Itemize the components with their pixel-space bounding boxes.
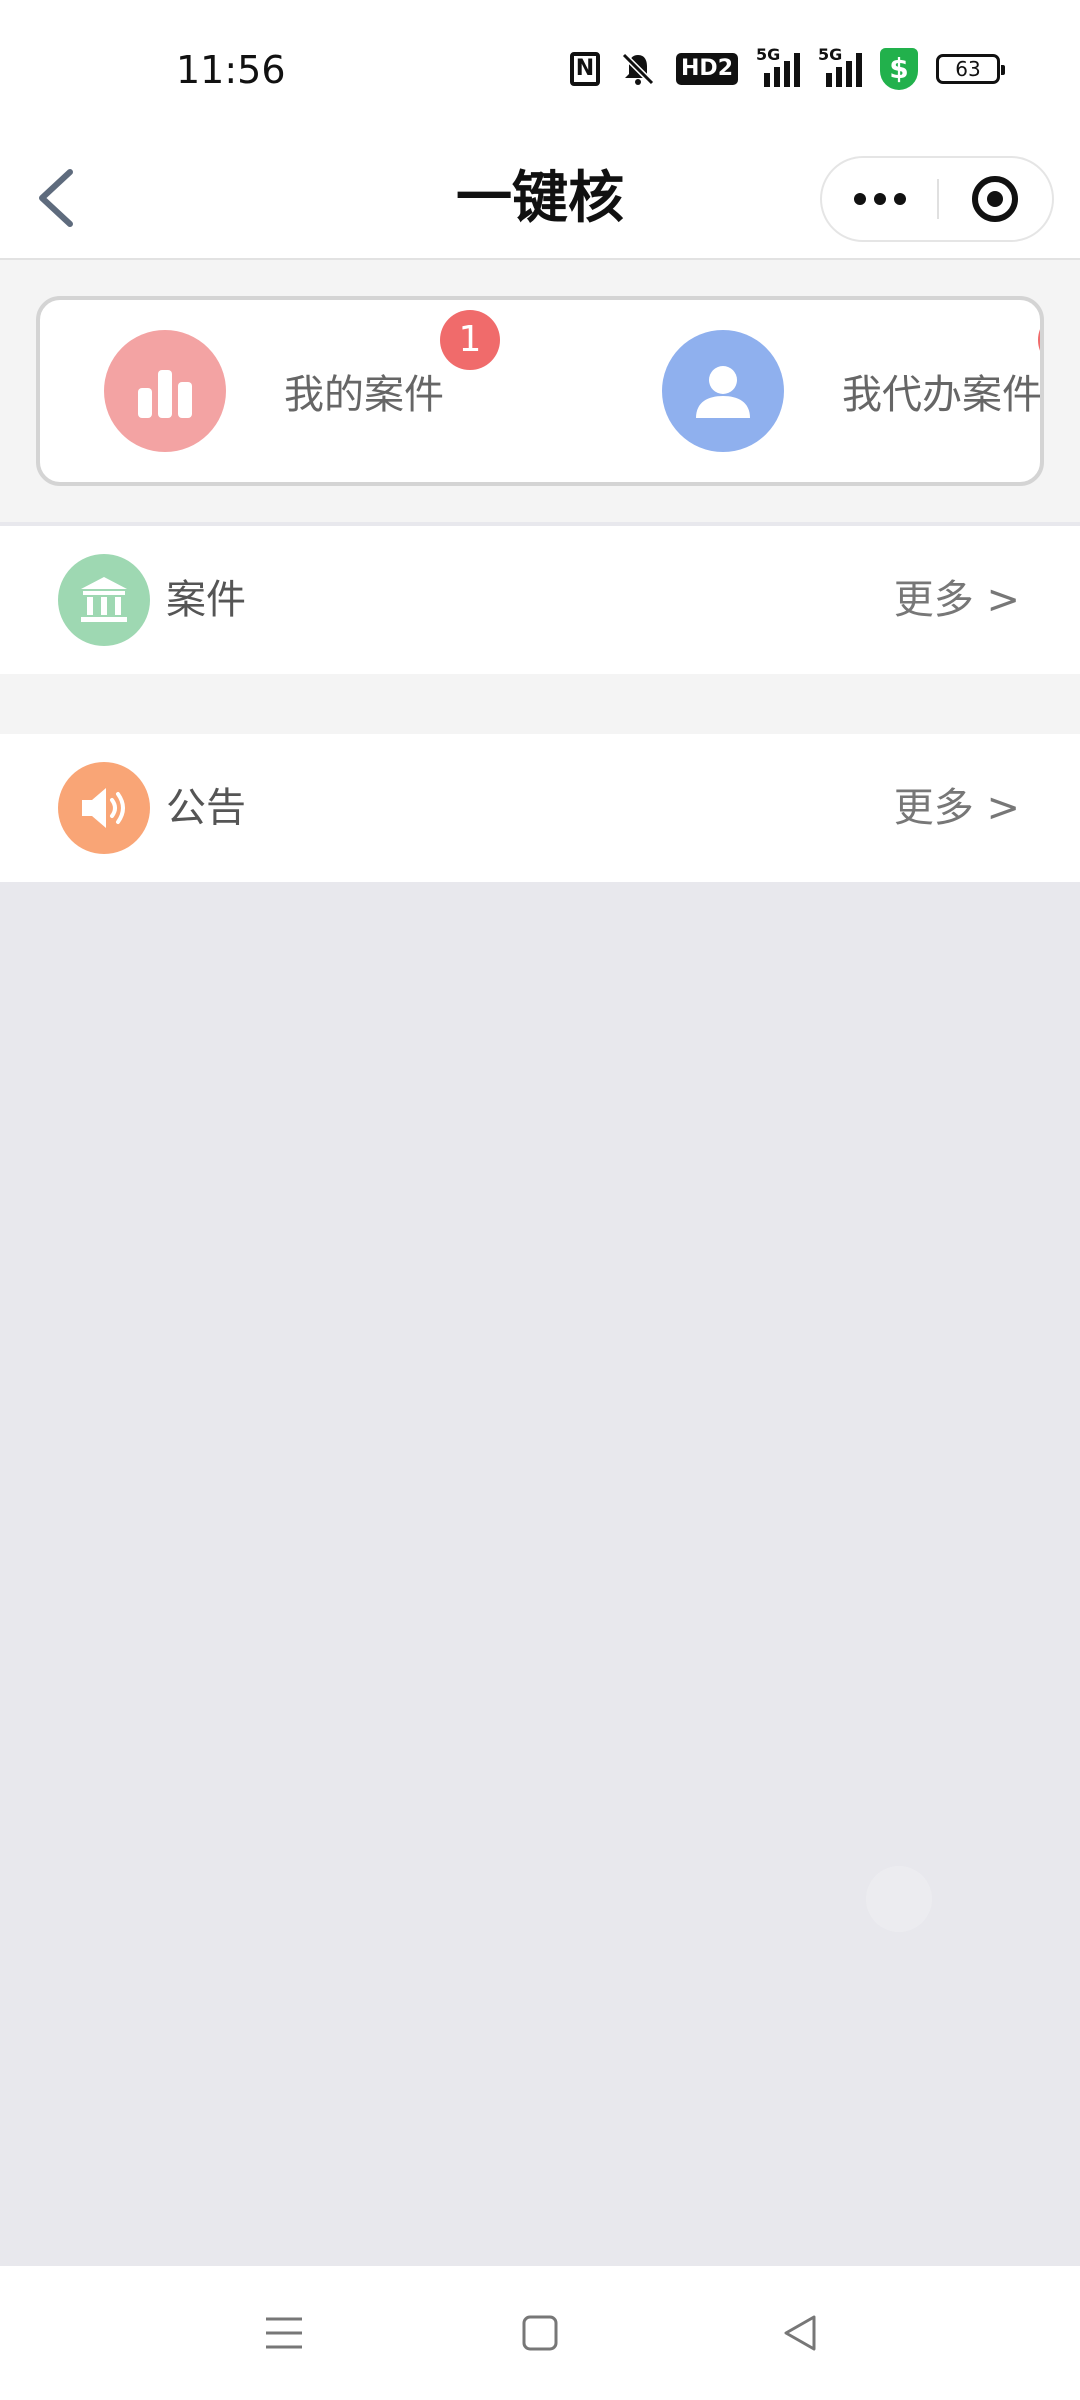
home-square-icon[interactable] [500,2296,580,2370]
shield-icon: $ [880,48,918,90]
cases-section: 案件 更多 > [0,526,1080,674]
chevron-left-icon [39,169,73,227]
system-nav-bar [0,2266,1080,2400]
status-bar: 11:56 N HD2 5G 5G $ 63 [0,0,1080,140]
notices-more-link[interactable]: 更多 > [894,734,1020,882]
my-cases-card[interactable]: 我的案件 1 [104,300,500,482]
floating-assist-button[interactable] [866,1866,932,1932]
back-button[interactable] [30,158,100,238]
cases-more-link[interactable]: 更多 > [894,526,1020,674]
speaker-icon [58,762,150,854]
menu-icon[interactable] [244,2296,324,2370]
mute-icon [618,49,658,89]
notices-section: 公告 更多 > [0,734,1080,882]
hd-icon: HD2 [676,53,738,85]
cases-section-title: 案件 [166,577,246,623]
signal-icon: 5G [756,45,800,87]
status-icons: N HD2 5G 5G $ 63 [570,45,1005,92]
agent-cases-badge: 0 [1038,310,1040,370]
signal-icon: 5G [818,45,862,87]
signal-label: 5G [818,45,843,64]
bank-icon [58,554,150,646]
signal-label: 5G [756,45,781,64]
back-triangle-icon[interactable] [760,2296,840,2370]
my-cases-badge: 1 [440,310,500,370]
person-icon [662,330,784,452]
close-target-icon[interactable] [939,156,1052,242]
battery-icon: 63 [936,54,1005,84]
section-gap [0,674,1080,734]
status-time: 11:56 [176,48,286,92]
nav-bar: 一键核 [0,140,1080,260]
bar-chart-icon [104,330,226,452]
agent-cases-label: 我代办案件 0 [842,310,1040,420]
mini-program-capsule [820,140,1054,258]
my-cases-label: 我的案件 1 [284,310,500,420]
more-icon[interactable] [822,156,937,242]
shortcut-cards: 我的案件 1 我代办案件 0 [36,296,1044,486]
agent-cases-card[interactable]: 我代办案件 0 [662,300,1040,482]
nfc-icon: N [570,52,601,86]
notices-section-title: 公告 [166,785,246,831]
shortcut-band: 我的案件 1 我代办案件 0 [0,260,1080,522]
